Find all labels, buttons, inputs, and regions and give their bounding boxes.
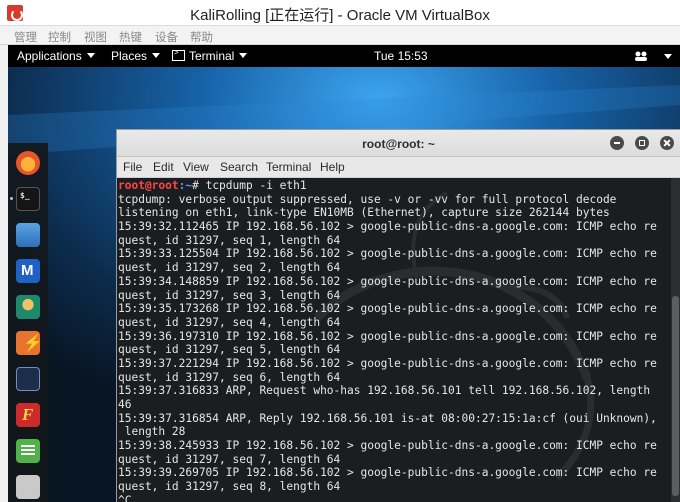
terminal-line: 15:39:36.197310 IP 192.168.56.102 > goog… [118,329,657,343]
applications-label: Applications [17,49,82,63]
chevron-down-icon [239,53,248,58]
terminal-app-label: Terminal [189,49,235,63]
vbox-menu-help[interactable]: 帮助 [190,29,213,45]
chevron-down-icon [152,53,161,58]
terminal-line: ^C [118,493,132,502]
metasploit-icon[interactable]: M [16,259,40,283]
terminal-line: 15:39:35.173268 IP 192.168.56.102 > goog… [118,302,657,316]
vbox-window-title: KaliRolling [正在运行] - Oracle VM VirtualBo… [190,7,490,24]
terminal-line: quest, id 31297, seq 1, length 64 [118,233,341,247]
menu-terminal[interactable]: Terminal [266,160,311,174]
vbox-menu-view[interactable]: 视图 [84,29,107,45]
maltego-icon[interactable] [16,367,40,391]
terminal-line: 15:39:37.316833 ARP, Request who-has 192… [118,384,651,398]
terminal-title-bar[interactable]: root@root: ~ [117,130,680,157]
maximize-button[interactable] [635,136,649,150]
terminal-line: 15:39:34.148859 IP 192.168.56.102 > goog… [118,274,657,288]
terminal-line: 15:39:37.221294 IP 192.168.56.102 > goog… [118,356,657,370]
menu-file[interactable]: File [123,160,142,174]
gnome-top-bar: Applications Places Terminal Tue 15:53 [8,45,680,67]
vbox-menu-control[interactable]: 控制 [48,29,71,45]
minimize-button[interactable] [610,136,624,150]
dock-active-indicator [10,197,13,200]
terminal-line: tcpdump: verbose output suppressed, use … [118,192,617,206]
terminal-line: listening on eth1, link-type EN10MB (Eth… [118,206,610,220]
prompt-command: # tcpdump -i eth1 [192,179,307,192]
prompt-path: :~ [178,179,193,192]
terminal-line: 15:39:37.316854 ARP, Reply 192.168.56.10… [118,411,657,425]
terminal-line: 46 [118,398,132,411]
vbox-menu-hotkeys[interactable]: 热键 [119,29,142,45]
network-icon[interactable] [634,50,648,62]
menu-help[interactable]: Help [320,160,345,174]
menu-search[interactable]: Search [220,160,258,174]
menu-edit[interactable]: Edit [153,160,174,174]
places-menu[interactable]: Places [111,49,161,63]
terminal-lines: root@root:~# tcpdump -i eth1 tcpdump: ve… [118,179,666,502]
vbox-menu-devices[interactable]: 设备 [155,29,178,45]
burpsuite-icon[interactable]: ⚡ [16,331,43,355]
terminal-line: quest, id 31297, seq 4, length 64 [118,315,341,329]
vbox-title-bar: KaliRolling [正在运行] - Oracle VM VirtualBo… [0,0,680,26]
terminal-line: quest, id 31297, seq 2, length 64 [118,261,341,275]
terminal-line: quest, id 31297, seq 3, length 64 [118,288,341,302]
firefox-icon[interactable] [16,151,40,175]
files-icon[interactable] [16,223,40,247]
terminal-window-title: root@root: ~ [362,137,435,151]
terminal-scrollbar-thumb[interactable] [672,296,679,496]
system-menu-chevron-icon[interactable] [664,54,672,59]
terminal-prompt-line: root@root:~# tcpdump -i eth1 [118,179,666,193]
terminal-app-menu[interactable]: Terminal [172,48,248,63]
terminal-line: 15:39:38.245933 IP 192.168.56.102 > goog… [118,439,657,453]
terminal-line: quest, id 31297, seq 6, length 64 [118,370,341,384]
terminal-line: quest, id 31297, seq 7, length 64 [118,452,341,466]
vbox-menu-manage[interactable]: 管理 [14,29,37,45]
leafpad-icon[interactable] [16,439,40,463]
terminal-icon [172,48,185,61]
terminal-window[interactable]: root@root: ~ File Edit View Search Termi… [116,129,680,502]
terminal-line: 15:39:39.269705 IP 192.168.56.102 > goog… [118,466,657,480]
menu-view[interactable]: View [183,160,209,174]
terminal-icon[interactable]: $_ [16,187,40,211]
chevron-down-icon [86,53,95,58]
guest-screen[interactable]: Applications Places Terminal Tue 15:53 $… [8,45,680,502]
terminal-scrollbar[interactable] [671,178,680,502]
close-button[interactable] [660,136,674,150]
app-icon[interactable] [16,475,40,499]
prompt-user: root@root [118,179,179,192]
terminal-line: quest, id 31297, seq 8, length 64 [118,480,341,494]
terminal-line: 15:39:33.125504 IP 192.168.56.102 > goog… [118,247,657,261]
terminal-line: 15:39:32.112465 IP 192.168.56.102 > goog… [118,220,657,234]
vbox-menu-bar: 管理 控制 视图 热键 设备 帮助 [0,26,680,45]
terminal-line: quest, id 31297, seq 5, length 64 [118,343,341,357]
clock[interactable]: Tue 15:53 [374,49,428,63]
applications-menu[interactable]: Applications [17,49,95,63]
places-label: Places [111,49,148,63]
faraday-icon[interactable]: F [16,403,40,427]
terminal-output[interactable]: root@root:~# tcpdump -i eth1 tcpdump: ve… [117,178,680,502]
armitage-icon[interactable] [16,295,40,319]
dock: $_ M ⚡ F [8,143,48,502]
terminal-menu-bar: File Edit View Search Terminal Help [117,157,680,178]
terminal-line: length 28 [118,425,186,439]
